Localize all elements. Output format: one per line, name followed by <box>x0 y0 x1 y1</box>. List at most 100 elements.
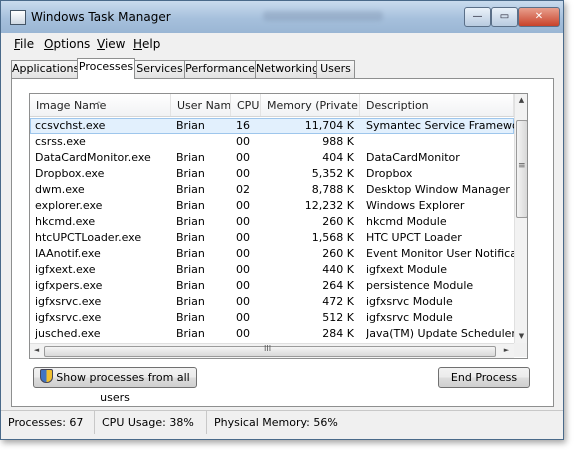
tab-networking[interactable]: Networking <box>255 60 319 78</box>
memory-cell: 260 K <box>322 247 354 260</box>
description-cell: Dropbox <box>366 167 413 180</box>
tab-applications[interactable]: Applications <box>11 60 79 78</box>
tab-processes[interactable]: Processes <box>77 58 135 79</box>
horizontal-scroll-thumb[interactable]: III <box>44 344 496 357</box>
image-name-cell: igfxpers.exe <box>35 279 103 292</box>
background-window-title <box>263 11 383 21</box>
cpu-cell: 00 <box>236 247 250 260</box>
column-header-description[interactable]: Description <box>360 94 514 116</box>
image-name-cell: IAAnotif.exe <box>35 247 101 260</box>
user-name-cell: Brian <box>176 183 205 196</box>
table-row[interactable]: igfxpers.exe Brian 00 264 K persistence Modu… <box>30 278 514 294</box>
user-name-cell: Brian <box>176 231 205 244</box>
description-cell: persistence Module <box>366 279 474 292</box>
user-name-cell: Brian <box>176 215 205 228</box>
close-button[interactable]: ✕ <box>518 7 560 27</box>
image-name-cell: dwm.exe <box>35 183 85 196</box>
table-row[interactable]: explorer.exe Brian 00 12,232 K Windows Explo… <box>30 198 514 214</box>
cpu-cell: 00 <box>236 327 250 340</box>
cpu-cell: 00 <box>236 135 250 148</box>
table-row[interactable]: hkcmd.exe Brian 00 260 K hkcmd Module <box>30 214 514 230</box>
minimize-button[interactable]: — <box>464 7 491 27</box>
status-cpu-usage: CPU Usage: 38% <box>95 411 207 434</box>
scroll-down-arrow-icon[interactable]: ▼ <box>515 330 527 343</box>
user-name-cell <box>176 134 230 150</box>
cpu-cell: 00 <box>236 295 250 308</box>
table-row[interactable]: htcUPCTLoader.exe Brian 00 1,568 K HTC UPCT … <box>30 230 514 246</box>
memory-cell: 5,352 K <box>311 167 354 180</box>
tab-performance[interactable]: Performance <box>184 60 256 78</box>
description-cell: igfxext Module <box>366 263 447 276</box>
user-name-cell: Brian <box>176 199 205 212</box>
user-name-cell: Brian <box>176 311 205 324</box>
table-row[interactable]: igfxsrvc.exe Brian 00 472 K igfxsrvc Module <box>30 294 514 310</box>
memory-cell: 12,232 K <box>304 199 354 212</box>
table-row[interactable]: dwm.exe Brian 02 8,788 K Desktop Window Mana… <box>30 182 514 198</box>
end-process-button[interactable]: End Process <box>438 367 530 388</box>
status-processes: Processes: 67 <box>1 411 95 434</box>
scroll-right-arrow-icon[interactable]: ► <box>500 344 513 357</box>
title-bar[interactable]: Windows Task Manager — ▭ ✕ <box>1 1 563 33</box>
description-cell: igfxsrvc Module <box>366 311 453 324</box>
status-physical-memory: Physical Memory: 56% <box>214 416 338 429</box>
description-cell: hkcmd Module <box>366 215 447 228</box>
user-name-cell: Brian <box>176 151 205 164</box>
description-cell: igfxsrvc Module <box>366 295 453 308</box>
menu-help[interactable]: Help <box>133 37 160 51</box>
image-name-cell: igfxext.exe <box>35 263 96 276</box>
image-name-cell: Dropbox.exe <box>35 167 105 180</box>
maximize-button[interactable]: ▭ <box>491 7 518 27</box>
column-header-user-name[interactable]: User Name <box>171 94 231 116</box>
tab-users[interactable]: Users <box>316 60 355 78</box>
vertical-scrollbar[interactable]: ▲ ≡ ▼ <box>514 94 527 343</box>
column-header-row: ^ Image Name User Name CPU Memory (Priva… <box>30 94 514 117</box>
table-row[interactable]: IAAnotif.exe Brian 00 260 K Event Monitor Us… <box>30 246 514 262</box>
memory-cell: 440 K <box>322 263 354 276</box>
memory-cell: 8,788 K <box>311 183 354 196</box>
image-name-cell: htcUPCTLoader.exe <box>35 231 142 244</box>
image-name-cell: jusched.exe <box>35 327 101 340</box>
memory-cell: 264 K <box>322 279 354 292</box>
table-row[interactable]: DataCardMonitor.exe Brian 00 404 K DataCardM… <box>30 150 514 166</box>
cpu-cell: 00 <box>236 199 250 212</box>
table-row[interactable]: jusched.exe Brian 00 284 K Java(TM) Update S… <box>30 326 514 342</box>
horizontal-scrollbar[interactable]: ◄ III ► <box>30 343 514 358</box>
sort-ascending-icon: ^ <box>96 101 102 109</box>
window-title: Windows Task Manager <box>31 10 171 24</box>
user-name-cell: Brian <box>176 119 205 132</box>
show-all-processes-button[interactable]: Show processes from all users <box>33 367 197 404</box>
image-name-cell: ccsvchst.exe <box>35 119 106 132</box>
column-header-memory[interactable]: Memory (Private ... <box>261 94 360 116</box>
menu-file[interactable]: File <box>14 37 34 51</box>
status-bar: Processes: 67 CPU Usage: 38% Physical Me… <box>1 410 563 434</box>
table-row[interactable]: csrss.exe 00 988 K <box>30 134 514 150</box>
image-name-cell: explorer.exe <box>35 199 103 212</box>
column-header-cpu[interactable]: CPU <box>231 94 261 116</box>
user-name-cell: Brian <box>176 327 205 340</box>
image-name-cell: igfxsrvc.exe <box>35 295 102 308</box>
vertical-scroll-thumb[interactable]: ≡ <box>516 120 527 218</box>
cpu-cell: 02 <box>236 183 250 196</box>
cpu-cell: 00 <box>236 263 250 276</box>
table-row[interactable]: ccsvchst.exe Brian 16 11,704 K Symantec Serv… <box>30 118 514 134</box>
table-row[interactable]: Dropbox.exe Brian 00 5,352 K Dropbox <box>30 166 514 182</box>
cpu-cell: 00 <box>236 279 250 292</box>
menu-view[interactable]: View <box>97 37 125 51</box>
scroll-left-arrow-icon[interactable]: ◄ <box>30 344 43 357</box>
tab-services[interactable]: Services <box>134 60 185 78</box>
memory-cell: 512 K <box>322 311 354 324</box>
user-name-cell: Brian <box>176 167 205 180</box>
cpu-cell: 00 <box>236 311 250 324</box>
cpu-cell: 16 <box>236 119 250 132</box>
task-manager-icon <box>10 10 26 25</box>
column-header-image-name[interactable]: ^ Image Name <box>30 94 171 116</box>
memory-cell: 284 K <box>322 327 354 340</box>
table-row[interactable]: igfxext.exe Brian 00 440 K igfxext Module <box>30 262 514 278</box>
user-name-cell: Brian <box>176 263 205 276</box>
process-list[interactable]: ^ Image Name User Name CPU Memory (Priva… <box>29 93 528 359</box>
image-name-cell: igfxsrvc.exe <box>35 311 102 324</box>
table-row[interactable]: igfxsrvc.exe Brian 00 512 K igfxsrvc Module <box>30 310 514 326</box>
scroll-up-arrow-icon[interactable]: ▲ <box>515 94 527 107</box>
cpu-cell: 00 <box>236 167 250 180</box>
menu-options[interactable]: Options <box>44 37 90 51</box>
